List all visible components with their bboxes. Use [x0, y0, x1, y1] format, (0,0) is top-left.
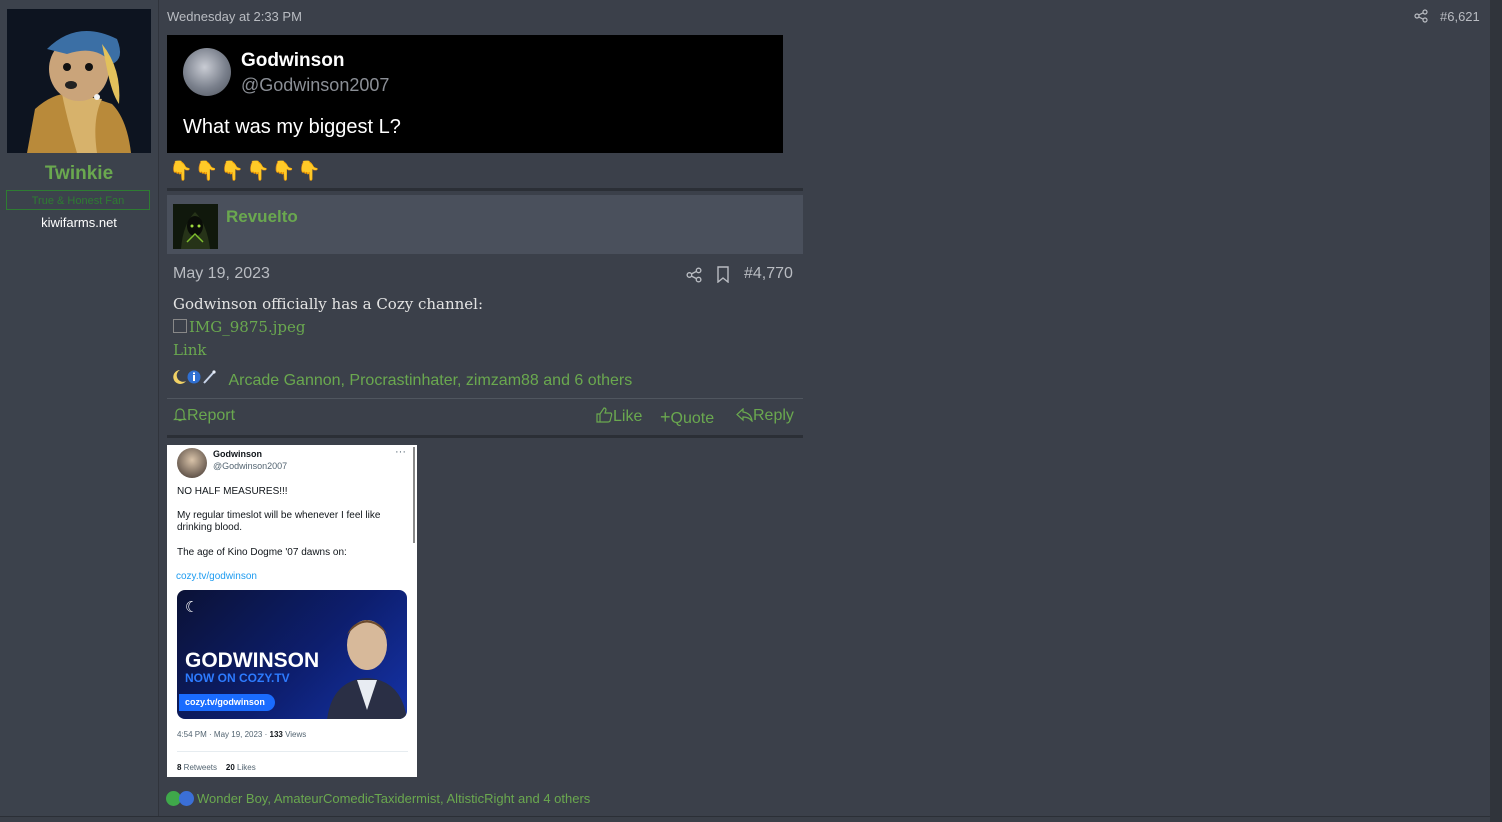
tweet-link: cozy.tv/godwinson — [176, 571, 257, 582]
tweet-text: What was my biggest L? — [183, 116, 401, 138]
thumbs-up-reaction-icon — [179, 791, 194, 806]
moon-icon: ☾ — [185, 599, 199, 616]
share-icon[interactable] — [1414, 9, 1428, 23]
bell-icon — [173, 408, 187, 422]
plus-icon: + — [660, 407, 671, 427]
tweet-meta: 4:54 PM · May 19, 2023 · 133 Views — [177, 730, 307, 739]
quote-author-name[interactable]: Revuelto — [226, 207, 298, 227]
more-icon: ··· — [395, 446, 406, 458]
thumbs-up-icon — [596, 407, 613, 423]
tweet-card: ☾ GODWINSON NOW ON COZY.TV cozy.tv/godwi… — [177, 590, 407, 719]
person-photo — [327, 620, 407, 719]
tweet-author-name: Godwinson — [241, 50, 345, 71]
tweet-author-handle: @Godwinson2007 — [213, 461, 288, 471]
user-avatar[interactable] — [7, 9, 151, 153]
quote-reactions-text[interactable]: Arcade Gannon, Procrastinhater, zimzam88… — [228, 372, 632, 389]
quote-actions-bar: Report Like +Quote Reply — [167, 398, 803, 437]
post-reactions-text[interactable]: Wonder Boy, AmateurComedicTaxidermist, A… — [197, 791, 590, 806]
post-reactions[interactable]: Wonder Boy, AmateurComedicTaxidermist, A… — [166, 791, 590, 806]
quote-body-text: Godwinson officially has a Cozy channel: — [173, 295, 484, 313]
pointing-down-emoji-row: 👇👇👇👇👇👇 — [169, 161, 323, 182]
post-number[interactable]: #6,621 — [1440, 9, 1480, 24]
card-pill: cozy.tv/godwinson — [179, 694, 275, 711]
tweet-screenshot-image[interactable]: Godwinson @Godwinson2007 ··· NO HALF MEA… — [167, 445, 417, 777]
quote-button[interactable]: +Quote — [660, 407, 714, 428]
broken-image-link[interactable]: IMG_9875.jpeg — [173, 318, 305, 336]
divider — [177, 751, 408, 752]
reaction-icons — [172, 370, 222, 389]
quote-date[interactable]: May 19, 2023 — [173, 265, 270, 283]
quote-label: Quote — [670, 410, 715, 427]
tweet-author-name: Godwinson — [213, 449, 262, 459]
tweet-line: The age of Kino Dogme '07 dawns on: — [177, 547, 347, 558]
bookmark-icon[interactable] — [716, 266, 730, 284]
quote-link[interactable]: Link — [173, 341, 207, 359]
user-site-label: kiwifarms.net — [41, 215, 117, 230]
quote-header: Revuelto — [167, 195, 803, 254]
user-title-badge: True & Honest Fan — [6, 190, 150, 210]
reply-icon — [736, 407, 753, 424]
post-timestamp[interactable]: Wednesday at 2:33 PM — [167, 9, 302, 24]
like-label: Like — [613, 408, 643, 425]
tweet-author-handle: @Godwinson2007 — [241, 75, 390, 95]
tweet-stats: 8 Retweets 20 Likes — [177, 763, 256, 772]
reply-label: Reply — [753, 407, 794, 424]
window-scrollbar[interactable] — [1490, 0, 1502, 822]
tweet-avatar — [183, 48, 231, 96]
reply-button[interactable]: Reply — [736, 407, 794, 425]
tweet-line: My regular timeslot will be whenever I f… — [177, 510, 381, 521]
broken-image-icon — [173, 319, 187, 333]
card-title: GODWINSON — [185, 649, 320, 672]
image-alt-text: IMG_9875.jpeg — [189, 318, 306, 336]
quote-reactions[interactable]: Arcade Gannon, Procrastinhater, zimzam88… — [172, 369, 632, 390]
user-sidebar: Twinkie True & Honest Fan kiwifarms.net — [0, 0, 159, 816]
card-subtitle: NOW ON COZY.TV — [185, 671, 290, 685]
tweet-line: drinking blood. — [177, 522, 243, 533]
share-icon[interactable] — [686, 267, 702, 283]
tweet-line: NO HALF MEASURES!!! — [177, 486, 288, 497]
quote-post-number[interactable]: #4,770 — [744, 265, 793, 283]
tweet-avatar — [177, 448, 207, 478]
image-scrollbar — [413, 447, 415, 543]
report-label: Report — [187, 407, 236, 424]
embedded-tweet-image[interactable]: Godwinson @Godwinson2007 What was my big… — [167, 35, 783, 153]
quote-author-avatar[interactable] — [173, 204, 218, 249]
report-button[interactable]: Report — [173, 407, 235, 425]
user-name[interactable]: Twinkie — [0, 163, 158, 185]
quoted-post: Revuelto May 19, 2023 #4,770 Godwinson o… — [167, 188, 803, 438]
like-button[interactable]: Like — [596, 407, 642, 426]
